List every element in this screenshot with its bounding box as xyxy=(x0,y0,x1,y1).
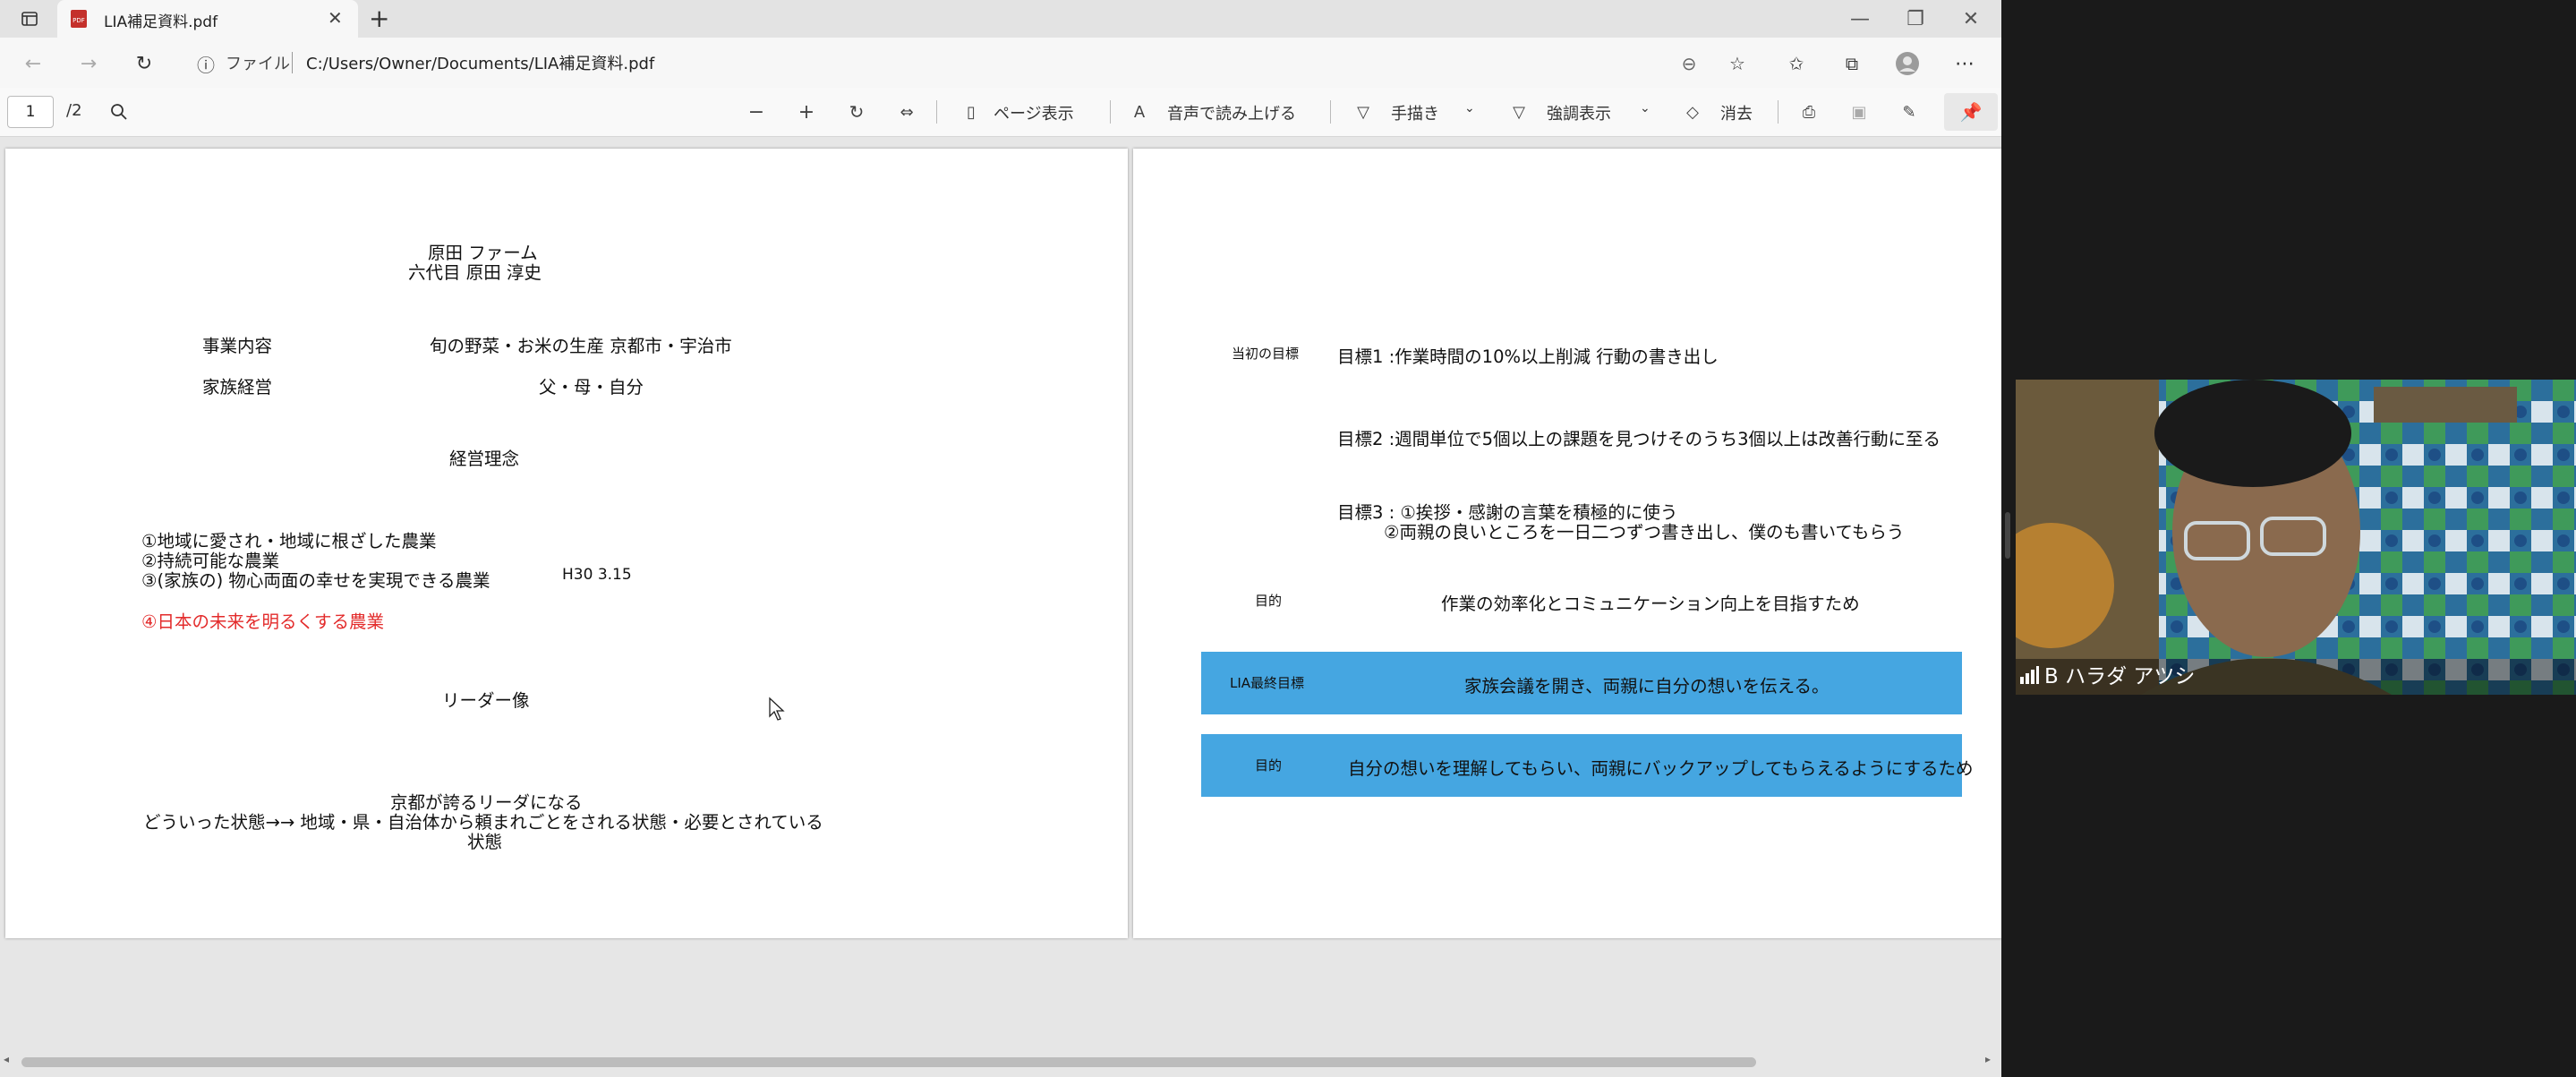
pdf-file-icon: PDF xyxy=(70,9,88,29)
tab-bar: PDF LIA補足資料.pdf ✕ + — ❐ ✕ xyxy=(0,0,2001,38)
scroll-left-icon[interactable]: ◂ xyxy=(4,1053,9,1065)
purpose2-label: 目的 xyxy=(1255,757,1283,774)
tab-close-icon[interactable]: ✕ xyxy=(328,7,343,29)
zoom-icon[interactable]: ⊖ xyxy=(1674,48,1704,79)
search-icon[interactable] xyxy=(106,98,132,125)
leader-heading: リーダー像 xyxy=(442,690,530,711)
business-value: 旬の野菜・お米の生産 京都市・宇治市 xyxy=(430,336,732,356)
scroll-right-icon[interactable]: ▸ xyxy=(1985,1053,1991,1065)
pdf-page-1: 原田 ファーム 六代目 原田 淳史 事業内容 旬の野菜・お米の生産 京都市・宇治… xyxy=(5,149,1128,938)
address-file-label: ファイル xyxy=(226,55,290,73)
refresh-icon[interactable]: ↻ xyxy=(129,48,159,79)
window-close-icon[interactable]: ✕ xyxy=(1942,0,2000,38)
participant-name-text: B ハラダ アツシ xyxy=(2044,664,2196,688)
tab-actions-icon[interactable] xyxy=(14,4,45,34)
save-icon[interactable]: ▣ xyxy=(1846,98,1872,125)
toolbar-separator xyxy=(936,100,937,124)
minimize-icon[interactable]: — xyxy=(1831,0,1889,38)
address-bar-row: ← → ↻ ⓘ ファイル C:/Users/Owner/Documents/LI… xyxy=(0,38,2001,88)
draw-chevron-down-icon[interactable]: ⌄ xyxy=(1464,101,1475,115)
highlight-icon[interactable]: ▽ xyxy=(1506,98,1532,125)
principle-3: ③(家族の) 物心両面の幸せを実現できる農業 xyxy=(141,570,490,591)
leader-line-3: 状態 xyxy=(467,832,503,852)
goal-2: 目標2 :週間単位で5個以上の課題を見つけそのうち3個以上は改善行動に至る xyxy=(1337,429,1941,449)
svg-text:PDF: PDF xyxy=(73,17,85,24)
video-tile[interactable]: B ハラダ アツシ xyxy=(2016,380,2576,695)
page-view-button[interactable]: ページ表示 xyxy=(994,101,1074,124)
panel-splitter-handle[interactable] xyxy=(2005,512,2010,559)
browser-window: PDF LIA補足資料.pdf ✕ + — ❐ ✕ ← → ↻ ⓘ ファイル C… xyxy=(0,0,2001,1077)
mouse-cursor-icon xyxy=(768,697,788,725)
draw-button[interactable]: 手描き xyxy=(1391,101,1439,124)
participant-video xyxy=(2016,380,2576,695)
tab-title: LIA補足資料.pdf xyxy=(104,13,218,31)
more-menu-icon[interactable]: ⋯ xyxy=(1949,48,1980,79)
purpose-label: 目的 xyxy=(1255,593,1283,609)
erase-button[interactable]: 消去 xyxy=(1720,101,1753,124)
favorites-icon[interactable]: ✩ xyxy=(1781,48,1812,79)
print-icon[interactable]: ⎙ xyxy=(1796,98,1822,125)
horizontal-scrollbar-thumb[interactable] xyxy=(21,1057,1756,1067)
principle-3-date: H30 3.15 xyxy=(562,566,632,584)
philosophy-heading: 経営理念 xyxy=(449,449,520,469)
pdf-page-2: 当初の目標 目標1 :作業時間の10%以上削減 行動の書き出し 目標2 :週間単… xyxy=(1133,149,2001,938)
favorite-add-icon[interactable]: ☆ xyxy=(1722,48,1753,79)
info-icon[interactable]: ⓘ xyxy=(197,51,215,77)
participant-name: B ハラダ アツシ xyxy=(2019,659,2195,690)
zoom-in-icon[interactable]: + xyxy=(793,98,820,125)
family-value: 父・母・自分 xyxy=(539,377,644,397)
purpose2-row: 目的 自分の想いを理解してもらい、両親にバックアップしてもらえるようにするため xyxy=(1201,734,1974,797)
family-label: 家族経営 xyxy=(202,377,273,397)
read-aloud-button[interactable]: 音声で読み上げる xyxy=(1167,101,1296,124)
page-view-icon[interactable]: ▯ xyxy=(958,98,985,125)
initial-goal-label: 当初の目標 xyxy=(1232,346,1300,362)
purpose2-text: 自分の想いを理解してもらい、両親にバックアップしてもらえるようにするため xyxy=(1348,758,1974,779)
read-aloud-icon[interactable]: A xyxy=(1126,98,1153,125)
principle-4: ④日本の未来を明るくする農業 xyxy=(141,611,384,632)
eraser-icon[interactable]: ◇ xyxy=(1679,98,1706,125)
pin-toolbar-icon[interactable]: 📌 xyxy=(1944,93,1998,131)
toolbar-separator xyxy=(1330,100,1331,124)
back-icon[interactable]: ← xyxy=(18,48,48,79)
tab-pdf[interactable]: PDF LIA補足資料.pdf ✕ xyxy=(57,0,358,38)
business-label: 事業内容 xyxy=(202,336,273,356)
collections-icon[interactable]: ⧉ xyxy=(1837,48,1867,79)
address-separator xyxy=(292,52,293,73)
lia-goal-row: LIA最終目標 家族会議を開き、両親に自分の想いを伝える。 xyxy=(1201,652,1962,714)
signal-strength-icon xyxy=(2019,664,2039,689)
draw-icon[interactable]: ▽ xyxy=(1350,98,1377,125)
lia-goal-text: 家族会議を開き、両親に自分の想いを伝える。 xyxy=(1464,676,1830,697)
new-tab-icon[interactable]: + xyxy=(369,4,389,33)
save-as-icon[interactable]: ✎ xyxy=(1896,98,1923,125)
restore-icon[interactable]: ❐ xyxy=(1887,0,1944,38)
zoom-out-icon[interactable]: − xyxy=(743,98,770,125)
goal-3-line-2: ②両親の良いところを一日二つずつ書き出し、僕のも書いてもらう xyxy=(1384,522,1905,543)
page-number-input[interactable]: 1 xyxy=(7,96,54,128)
profile-icon[interactable] xyxy=(1892,48,1923,79)
highlight-button[interactable]: 強調表示 xyxy=(1547,101,1611,124)
purpose-text: 作業の効率化とコミュニケーション向上を目指すため xyxy=(1441,594,1860,614)
highlight-chevron-down-icon[interactable]: ⌄ xyxy=(1640,101,1651,115)
toolbar-separator xyxy=(1110,100,1111,124)
pdf-toolbar: 1 /2 − + ↻ ⇔ ▯ ページ表示 A 音声で読み上げる ▽ 手描き ⌄ … xyxy=(0,88,2001,137)
lia-goal-label: LIA最終目標 xyxy=(1230,675,1305,691)
page-total: /2 xyxy=(66,101,82,120)
forward-icon[interactable]: → xyxy=(73,48,104,79)
rotate-icon[interactable]: ↻ xyxy=(843,98,870,125)
page1-title-name: 六代目 原田 淳史 xyxy=(408,262,542,283)
goal-1: 目標1 :作業時間の10%以上削減 行動の書き出し xyxy=(1337,346,1719,367)
fit-page-icon[interactable]: ⇔ xyxy=(893,98,920,125)
address-input[interactable]: C:/Users/Owner/Documents/LIA補足資料.pdf xyxy=(306,51,654,74)
